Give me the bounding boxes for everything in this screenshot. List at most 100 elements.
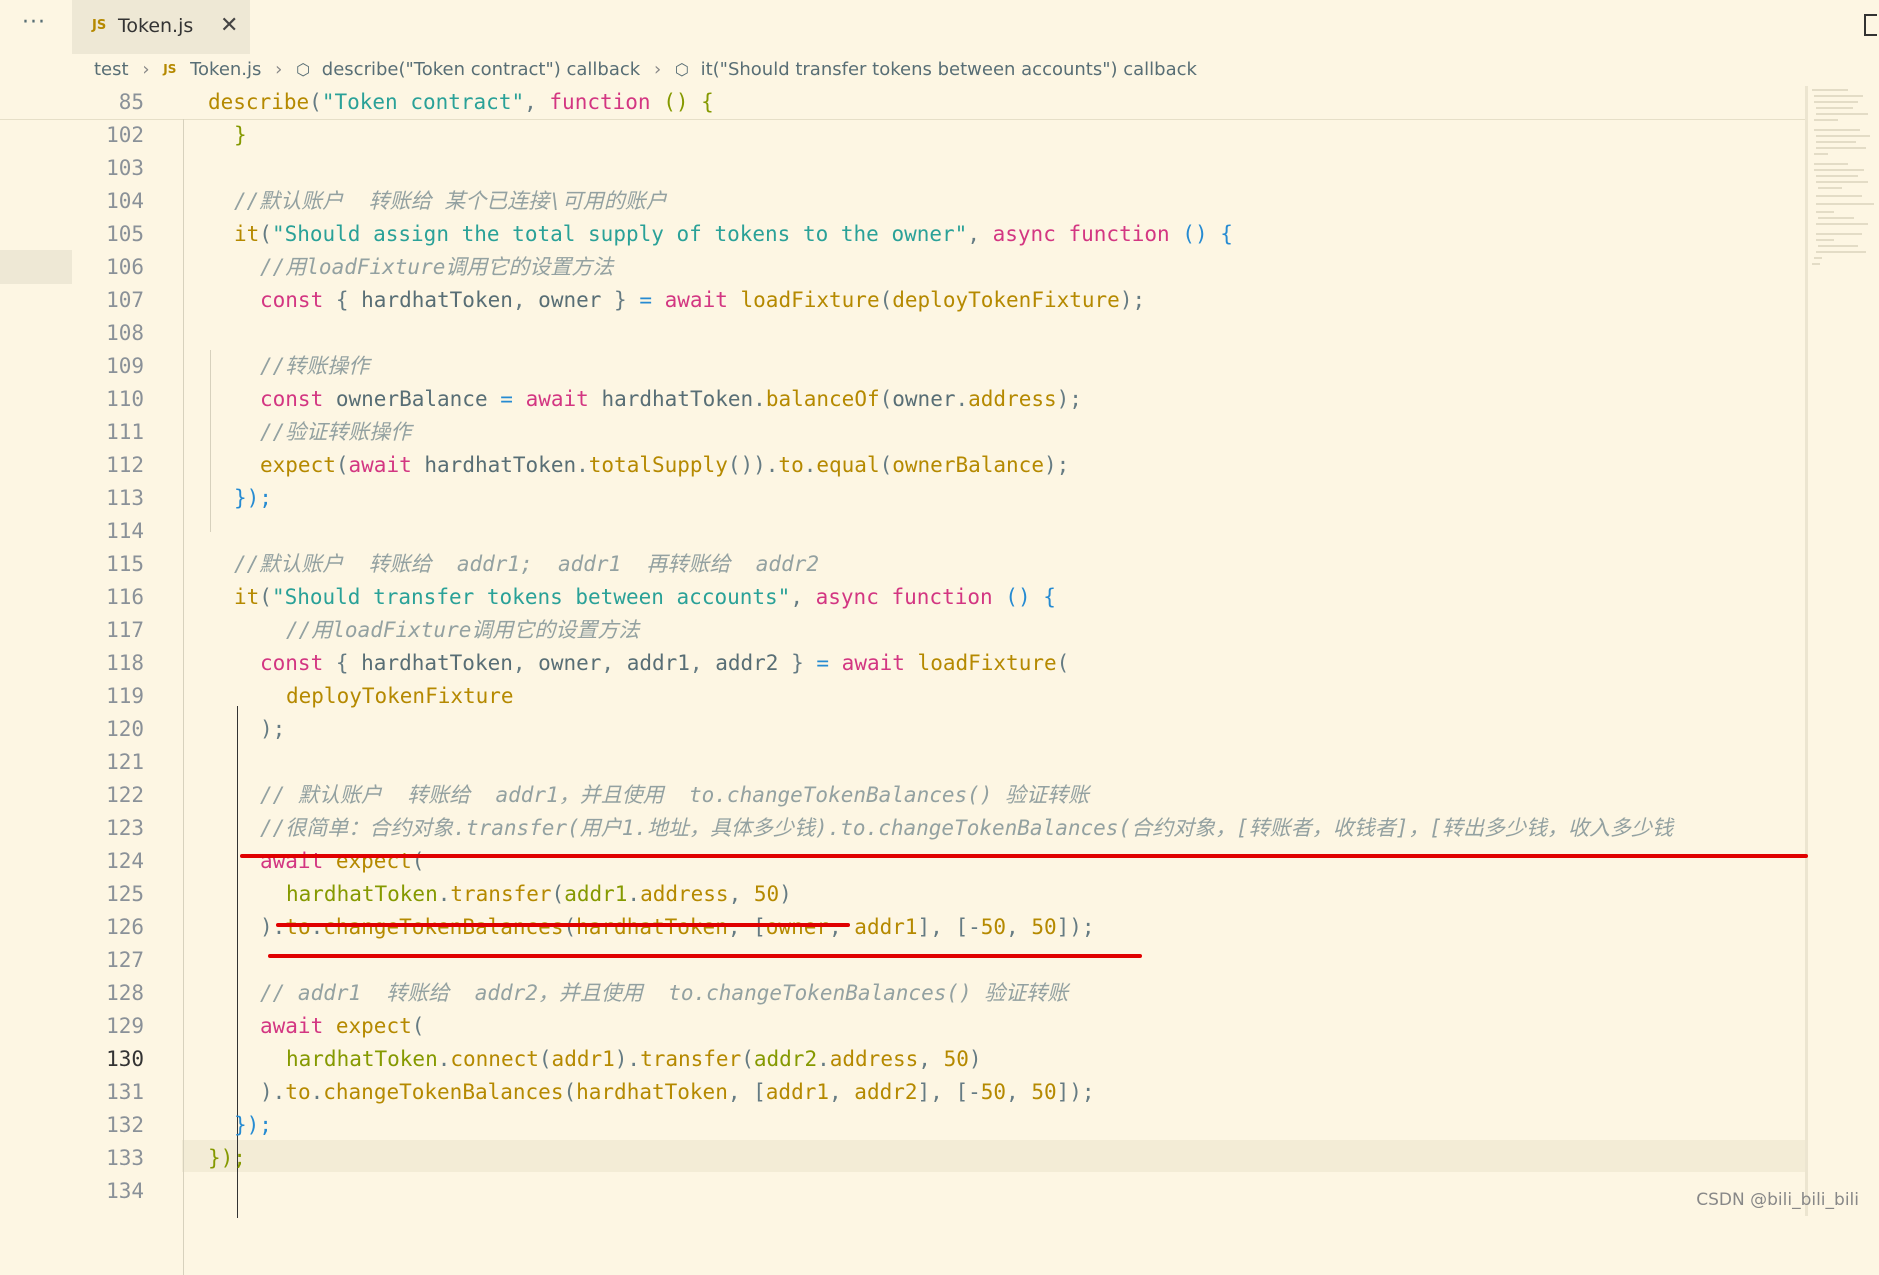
line-number: 124 [106, 849, 144, 873]
code-line[interactable]: 108 [0, 317, 1805, 350]
breadcrumb-item-describe[interactable]: describe("Token contract") callback [322, 59, 640, 80]
code-text: expect(await hardhatToken.totalSupply())… [260, 453, 1070, 477]
tab-token-js[interactable]: JS Token.js ✕ [72, 0, 250, 54]
line-number: 102 [106, 123, 144, 147]
minimap[interactable] [1808, 86, 1879, 306]
code-line[interactable]: 130 hardhatToken.connect(addr1).transfer(… [0, 1043, 1805, 1076]
line-number: 104 [106, 189, 144, 213]
code-line: describe("Token contract", function () { [208, 90, 714, 114]
code-text: }); [234, 1113, 272, 1137]
line-number: 85 [118, 90, 144, 114]
annotation-underline [240, 854, 1808, 858]
code-line[interactable]: 118 const { hardhatToken, owner, addr1, a… [0, 647, 1805, 680]
code-line[interactable]: 123 //很简单：合约对象.transfer(用户1.地址，具体多少钱).to.… [0, 812, 1805, 845]
code-text: //用loadFixture调用它的设置方法 [286, 618, 640, 642]
chevron-right-icon: › [653, 58, 662, 80]
close-icon[interactable]: ✕ [220, 13, 238, 38]
line-number: 109 [106, 354, 144, 378]
code-line[interactable]: 112 expect(await hardhatToken.totalSupply… [0, 449, 1805, 482]
code-text: hardhatToken.connect(addr1).transfer(add… [286, 1047, 982, 1071]
code-line[interactable]: 120); [0, 713, 1805, 746]
javascript-file-icon: JS [163, 62, 177, 76]
code-text: // addr1 转账给 addr2，并且使用 to.changeTokenBa… [260, 981, 1069, 1005]
breadcrumb: test › JS Token.js › ⬡ describe("Token c… [94, 58, 1197, 82]
code-text: const { hardhatToken, owner } = await lo… [260, 288, 1146, 312]
code-line[interactable]: 103 [0, 152, 1805, 185]
code-text: //默认账户 转账给 addr1; addr1 再转账给 addr2 [234, 552, 820, 576]
javascript-file-icon: JS [92, 18, 107, 33]
line-number: 131 [106, 1080, 144, 1104]
code-editor[interactable]: 85 describe("Token contract", function (… [0, 86, 1805, 1275]
code-text: const ownerBalance = await hardhatToken.… [260, 387, 1082, 411]
code-text: //验证转账操作 [260, 420, 412, 444]
line-number: 130 [106, 1047, 144, 1071]
line-number: 111 [106, 420, 144, 444]
code-text: deployTokenFixture [286, 684, 514, 708]
code-line[interactable]: 134 [0, 1175, 1805, 1208]
code-line[interactable]: 122 // 默认账户 转账给 addr1，并且使用 to.changeToken… [0, 779, 1805, 812]
code-line[interactable]: 124 await expect( [0, 845, 1805, 878]
line-number: 116 [106, 585, 144, 609]
code-line[interactable]: 117 //用loadFixture调用它的设置方法 [0, 614, 1805, 647]
tab-bar: JS Token.js ✕ [72, 0, 1879, 54]
line-number: 127 [106, 948, 144, 972]
sticky-scroll-header[interactable]: 85 describe("Token contract", function (… [0, 86, 1805, 120]
line-number: 114 [106, 519, 144, 543]
code-text: await expect( [260, 1014, 425, 1038]
code-line[interactable]: 111 //验证转账操作 [0, 416, 1805, 449]
code-line[interactable]: 116 it("Should transfer tokens between ac… [0, 581, 1805, 614]
code-text: //默认账户 转账给 某个已连接\可用的账户 [234, 189, 667, 213]
line-number: 123 [106, 816, 144, 840]
code-text: // 默认账户 转账给 addr1，并且使用 to.changeTokenBal… [260, 783, 1090, 807]
code-text: it("Should assign the total supply of to… [234, 222, 1233, 246]
code-text: ).to.changeTokenBalances(hardhatToken, [… [260, 915, 1095, 939]
line-number: 115 [106, 552, 144, 576]
code-line[interactable]: 131 ).to.changeTokenBalances(hardhatToken… [0, 1076, 1805, 1109]
code-line[interactable]: 114 [0, 515, 1805, 548]
code-line[interactable]: 105 it("Should assign the total supply of… [0, 218, 1805, 251]
annotation-underline [276, 923, 850, 927]
code-line[interactable]: 119 deployTokenFixture [0, 680, 1805, 713]
code-line[interactable]: 132}); [0, 1109, 1805, 1142]
code-line[interactable]: 102} [0, 119, 1805, 152]
line-number: 122 [106, 783, 144, 807]
line-number: 120 [106, 717, 144, 741]
line-number: 128 [106, 981, 144, 1005]
code-line[interactable]: 106 //用loadFixture调用它的设置方法 [0, 251, 1805, 284]
code-line[interactable]: 107 const { hardhatToken, owner } = await… [0, 284, 1805, 317]
watermark: CSDN @bili_bili_bili [1696, 1190, 1859, 1210]
code-text: //用loadFixture调用它的设置方法 [260, 255, 614, 279]
breadcrumb-item-test[interactable]: test [94, 59, 129, 80]
code-line[interactable]: 126).to.changeTokenBalances(hardhatToken… [0, 911, 1805, 944]
line-number: 119 [106, 684, 144, 708]
code-line[interactable]: 115 //默认账户 转账给 addr1; addr1 再转账给 addr2 [0, 548, 1805, 581]
line-number: 112 [106, 453, 144, 477]
chevron-right-icon: › [142, 58, 150, 80]
code-text: ).to.changeTokenBalances(hardhatToken, [… [260, 1080, 1095, 1104]
line-number: 121 [106, 750, 144, 774]
symbol-method-icon: ⬡ [674, 59, 689, 79]
code-text: }); [208, 1146, 246, 1170]
code-line[interactable]: 121 [0, 746, 1805, 779]
code-line[interactable]: 109 //转账操作 [0, 350, 1805, 383]
code-line[interactable]: 133}); [0, 1142, 1805, 1175]
split-editor-icon[interactable] [1864, 14, 1877, 36]
line-number: 118 [106, 651, 144, 675]
code-line[interactable]: 128 // addr1 转账给 addr2，并且使用 to.changeToke… [0, 977, 1805, 1010]
chevron-right-icon: › [275, 58, 283, 80]
code-line[interactable]: 110 const ownerBalance = await hardhatTok… [0, 383, 1805, 416]
code-text: }); [234, 486, 272, 510]
breadcrumb-item-file[interactable]: Token.js [190, 59, 261, 80]
line-number: 133 [106, 1146, 144, 1170]
line-number: 110 [106, 387, 144, 411]
line-number: 125 [106, 882, 144, 906]
code-line[interactable]: 129 await expect( [0, 1010, 1805, 1043]
code-text: await expect( [260, 849, 425, 873]
code-text: const { hardhatToken, owner, addr1, addr… [260, 651, 1070, 675]
breadcrumb-item-it[interactable]: it("Should transfer tokens between accou… [701, 59, 1197, 80]
code-line[interactable]: 113}); [0, 482, 1805, 515]
more-actions-icon[interactable]: ··· [22, 10, 46, 35]
code-line[interactable]: 127 [0, 944, 1805, 977]
code-line[interactable]: 104 //默认账户 转账给 某个已连接\可用的账户 [0, 185, 1805, 218]
code-line[interactable]: 125 hardhatToken.transfer(addr1.address, … [0, 878, 1805, 911]
